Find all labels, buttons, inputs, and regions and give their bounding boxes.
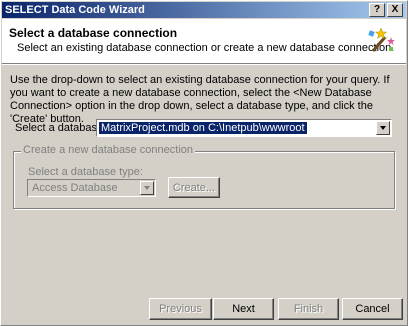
page-title: Select a database connection	[9, 26, 178, 40]
page-subtitle: Select an existing database connection o…	[17, 42, 395, 54]
dropdown-arrow-icon[interactable]	[376, 121, 390, 135]
database-type-label: Select a database type:	[28, 166, 143, 178]
finish-button[interactable]: Finish	[278, 298, 339, 320]
header-divider	[2, 64, 406, 65]
cancel-button[interactable]: Cancel	[342, 298, 403, 320]
magic-wand-icon	[368, 27, 395, 52]
wizard-window: SELECT Data Code Wizard ? X Select a dat…	[0, 0, 408, 326]
new-connection-legend: Create a new database connection	[21, 144, 196, 156]
close-button[interactable]: X	[387, 3, 403, 17]
dropdown-arrow-icon[interactable]	[140, 181, 154, 195]
help-button[interactable]: ?	[369, 3, 385, 17]
create-button[interactable]: Create...	[168, 177, 220, 198]
next-button[interactable]: Next	[213, 298, 274, 320]
database-connection-dropdown[interactable]: MatrixProject.mdb on C:\Inetpub\wwwroot	[96, 119, 392, 137]
wizard-header: Select a database connection Select an e…	[2, 19, 406, 64]
previous-button[interactable]: Previous	[149, 298, 212, 320]
database-type-value: Access Database	[32, 182, 118, 194]
select-database-label: Select a database	[15, 122, 103, 134]
select-database-label-text: Select a database	[15, 122, 104, 134]
title-bar[interactable]: SELECT Data Code Wizard ? X	[2, 2, 406, 18]
database-type-dropdown[interactable]: Access Database	[27, 179, 156, 197]
database-connection-value: MatrixProject.mdb on C:\Inetpub\wwwroot	[99, 122, 307, 134]
window-title: SELECT Data Code Wizard	[5, 4, 145, 16]
